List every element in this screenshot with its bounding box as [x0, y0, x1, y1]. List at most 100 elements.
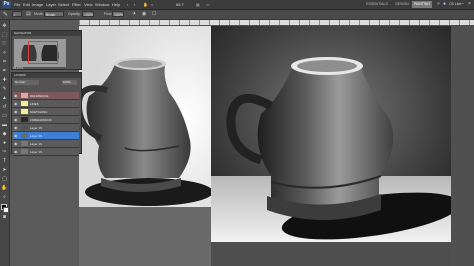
tools-panel: ✥ ⬚ ➰ ✧ ⌗ ✒ ✚ ✎ ▲ ↺ ▭ ▬ ◆ ● ✑ T ➤ ▢ ✋ ⌕ …	[0, 20, 10, 266]
layer-thumbnail	[21, 133, 28, 138]
visibility-eye-icon[interactable]: ◉	[14, 93, 19, 98]
layer-opacity-field[interactable]: 100%	[62, 80, 77, 85]
vase-photo-left	[79, 26, 211, 208]
gradient-icon[interactable]: ▬	[1, 122, 8, 128]
healing-icon[interactable]: ✚	[1, 77, 8, 83]
menu-layer[interactable]: Layer	[46, 2, 56, 7]
eyedropper-icon[interactable]: ✒	[1, 68, 8, 74]
workspace-painting[interactable]: PAINTING	[412, 1, 432, 8]
blur-icon[interactable]: ◆	[1, 131, 8, 137]
pen-icon[interactable]: ✑	[1, 149, 8, 155]
opacity-label: Opacity:	[68, 12, 81, 16]
workspace-more-icon[interactable]: »	[437, 1, 440, 7]
layer-thumbnail	[21, 101, 28, 106]
menu-bar: Ps File Edit Image Layer Select Filter V…	[0, 0, 474, 10]
screen-mode-icon[interactable]: ▭	[206, 2, 210, 7]
minibridge-icon[interactable]: ▪	[134, 2, 135, 7]
layers-tab[interactable]: LAYERS	[12, 73, 81, 78]
opacity-field[interactable]: 100%	[82, 11, 94, 17]
layer-row[interactable]: ◉ Layer 1S	[13, 148, 79, 156]
layer-name: FOREGROUND	[30, 118, 52, 122]
menu-file[interactable]: File	[14, 2, 20, 7]
marquee-icon[interactable]: ⬚	[1, 32, 8, 38]
brush-panel-icon[interactable]: ▤	[26, 11, 31, 17]
layer-thumbnail	[21, 141, 28, 146]
source-icon[interactable]: ◉	[142, 11, 146, 17]
layer-thumbnail	[21, 93, 28, 98]
layer-name: Layer 4S	[30, 134, 43, 138]
visibility-eye-icon[interactable]: ◉	[14, 149, 19, 154]
navigator-tab[interactable]: NAVIGATOR	[12, 31, 81, 36]
flow-field[interactable]: 100%	[112, 11, 124, 17]
move-icon[interactable]: ✥	[1, 23, 8, 29]
layer-name: Layer 1S	[30, 142, 43, 146]
shape-icon[interactable]: ▢	[1, 176, 8, 182]
layer-row[interactable]: ◉ Layer 1S	[13, 140, 79, 148]
layer-row-sketching[interactable]: ◉ SKETCHING	[13, 108, 79, 116]
menu-image[interactable]: Image	[32, 2, 43, 7]
menu-help[interactable]: Help	[112, 2, 120, 7]
layer-name: Layer 1S	[30, 150, 43, 154]
visibility-eye-icon[interactable]: ◉	[14, 141, 19, 146]
quick-mask-icon[interactable]: ◙	[1, 214, 8, 220]
visibility-eye-icon[interactable]: ◉	[14, 101, 19, 106]
menu-filter[interactable]: Filter	[72, 2, 81, 7]
visibility-eye-icon[interactable]: ◉	[14, 133, 19, 138]
arrange-icon[interactable]: ▦	[196, 2, 200, 7]
layer-row-reference[interactable]: ◉ REFERENCE	[13, 92, 79, 100]
airbrush-icon[interactable]: ✈	[132, 11, 136, 17]
path-select-icon[interactable]: ➤	[1, 167, 8, 173]
crop-icon[interactable]: ⌗	[1, 59, 8, 65]
options-bar: ✎ • ▤ Mode: Brush Opacity: 100% Flow: 10…	[0, 10, 474, 20]
layer-row-foreground[interactable]: ◉ FOREGROUND	[13, 116, 79, 124]
dodge-icon[interactable]: ●	[1, 140, 8, 146]
zoom-level[interactable]: 66.7	[176, 2, 184, 7]
visibility-eye-icon[interactable]: ◉	[14, 117, 19, 122]
menu-view[interactable]: View	[84, 2, 93, 7]
brush-size-picker[interactable]: •	[12, 11, 22, 17]
menu-window[interactable]: Window	[95, 2, 109, 7]
brush-icon[interactable]: ✎	[1, 86, 8, 92]
layer-thumbnail	[21, 125, 28, 130]
hand-tool-icon[interactable]: ✋	[1, 185, 8, 191]
mode-select[interactable]: Brush	[44, 11, 64, 17]
zoom-icon[interactable]: ⌕	[151, 2, 153, 7]
wand-icon[interactable]: ✧	[1, 50, 8, 56]
mode-label: Mode:	[34, 12, 44, 16]
layer-thumbnail	[21, 109, 28, 114]
top-ruler	[79, 20, 474, 25]
minimize-icon[interactable]: –	[459, 1, 466, 7]
eraser-icon[interactable]: ▭	[1, 113, 8, 119]
pasteboard-gray	[79, 207, 211, 266]
stamp-icon[interactable]: ▲	[1, 95, 8, 101]
vase-photo-right	[211, 26, 451, 242]
visibility-eye-icon[interactable]: ◉	[14, 125, 19, 130]
layer-row-selected[interactable]: ◉ Layer 4S	[13, 132, 79, 140]
navigator-zoom[interactable]: 66.67%	[13, 66, 23, 70]
menu-edit[interactable]: Edit	[23, 2, 30, 7]
layer-row[interactable]: ◉ Layer 1S	[13, 124, 79, 132]
menu-select[interactable]: Select	[58, 2, 69, 7]
photoshop-app-icon: Ps	[2, 1, 11, 8]
brush-preset-icon[interactable]: ✎	[3, 11, 8, 18]
background-color-swatch[interactable]	[3, 207, 9, 213]
hand-icon[interactable]: ✋	[143, 2, 148, 7]
reference-image-left[interactable]	[79, 26, 211, 208]
blend-mode-select[interactable]: Normal	[14, 80, 39, 85]
visibility-eye-icon[interactable]: ◉	[14, 109, 19, 114]
navigator-view-box[interactable]	[28, 41, 58, 64]
reference-image-right[interactable]	[211, 26, 451, 242]
close-icon[interactable]: ×	[466, 1, 473, 7]
pasteboard-right	[451, 26, 474, 266]
type-icon[interactable]: T	[1, 158, 8, 164]
workspace-design[interactable]: DESIGN	[393, 1, 411, 8]
cs-live-icon: ●	[443, 1, 447, 7]
layer-row-lines[interactable]: ◉ LINES	[13, 100, 79, 108]
history-brush-icon[interactable]: ↺	[1, 104, 8, 110]
zoom-tool-icon[interactable]: ⌕	[1, 194, 8, 200]
workspace-essentials[interactable]: ESSENTIALS	[362, 1, 392, 8]
bridge-icon[interactable]: ▪	[127, 2, 128, 7]
layer-name: SKETCHING	[30, 110, 48, 114]
lasso-icon[interactable]: ➰	[1, 41, 8, 47]
aligned-icon[interactable]: ☐	[152, 11, 156, 17]
